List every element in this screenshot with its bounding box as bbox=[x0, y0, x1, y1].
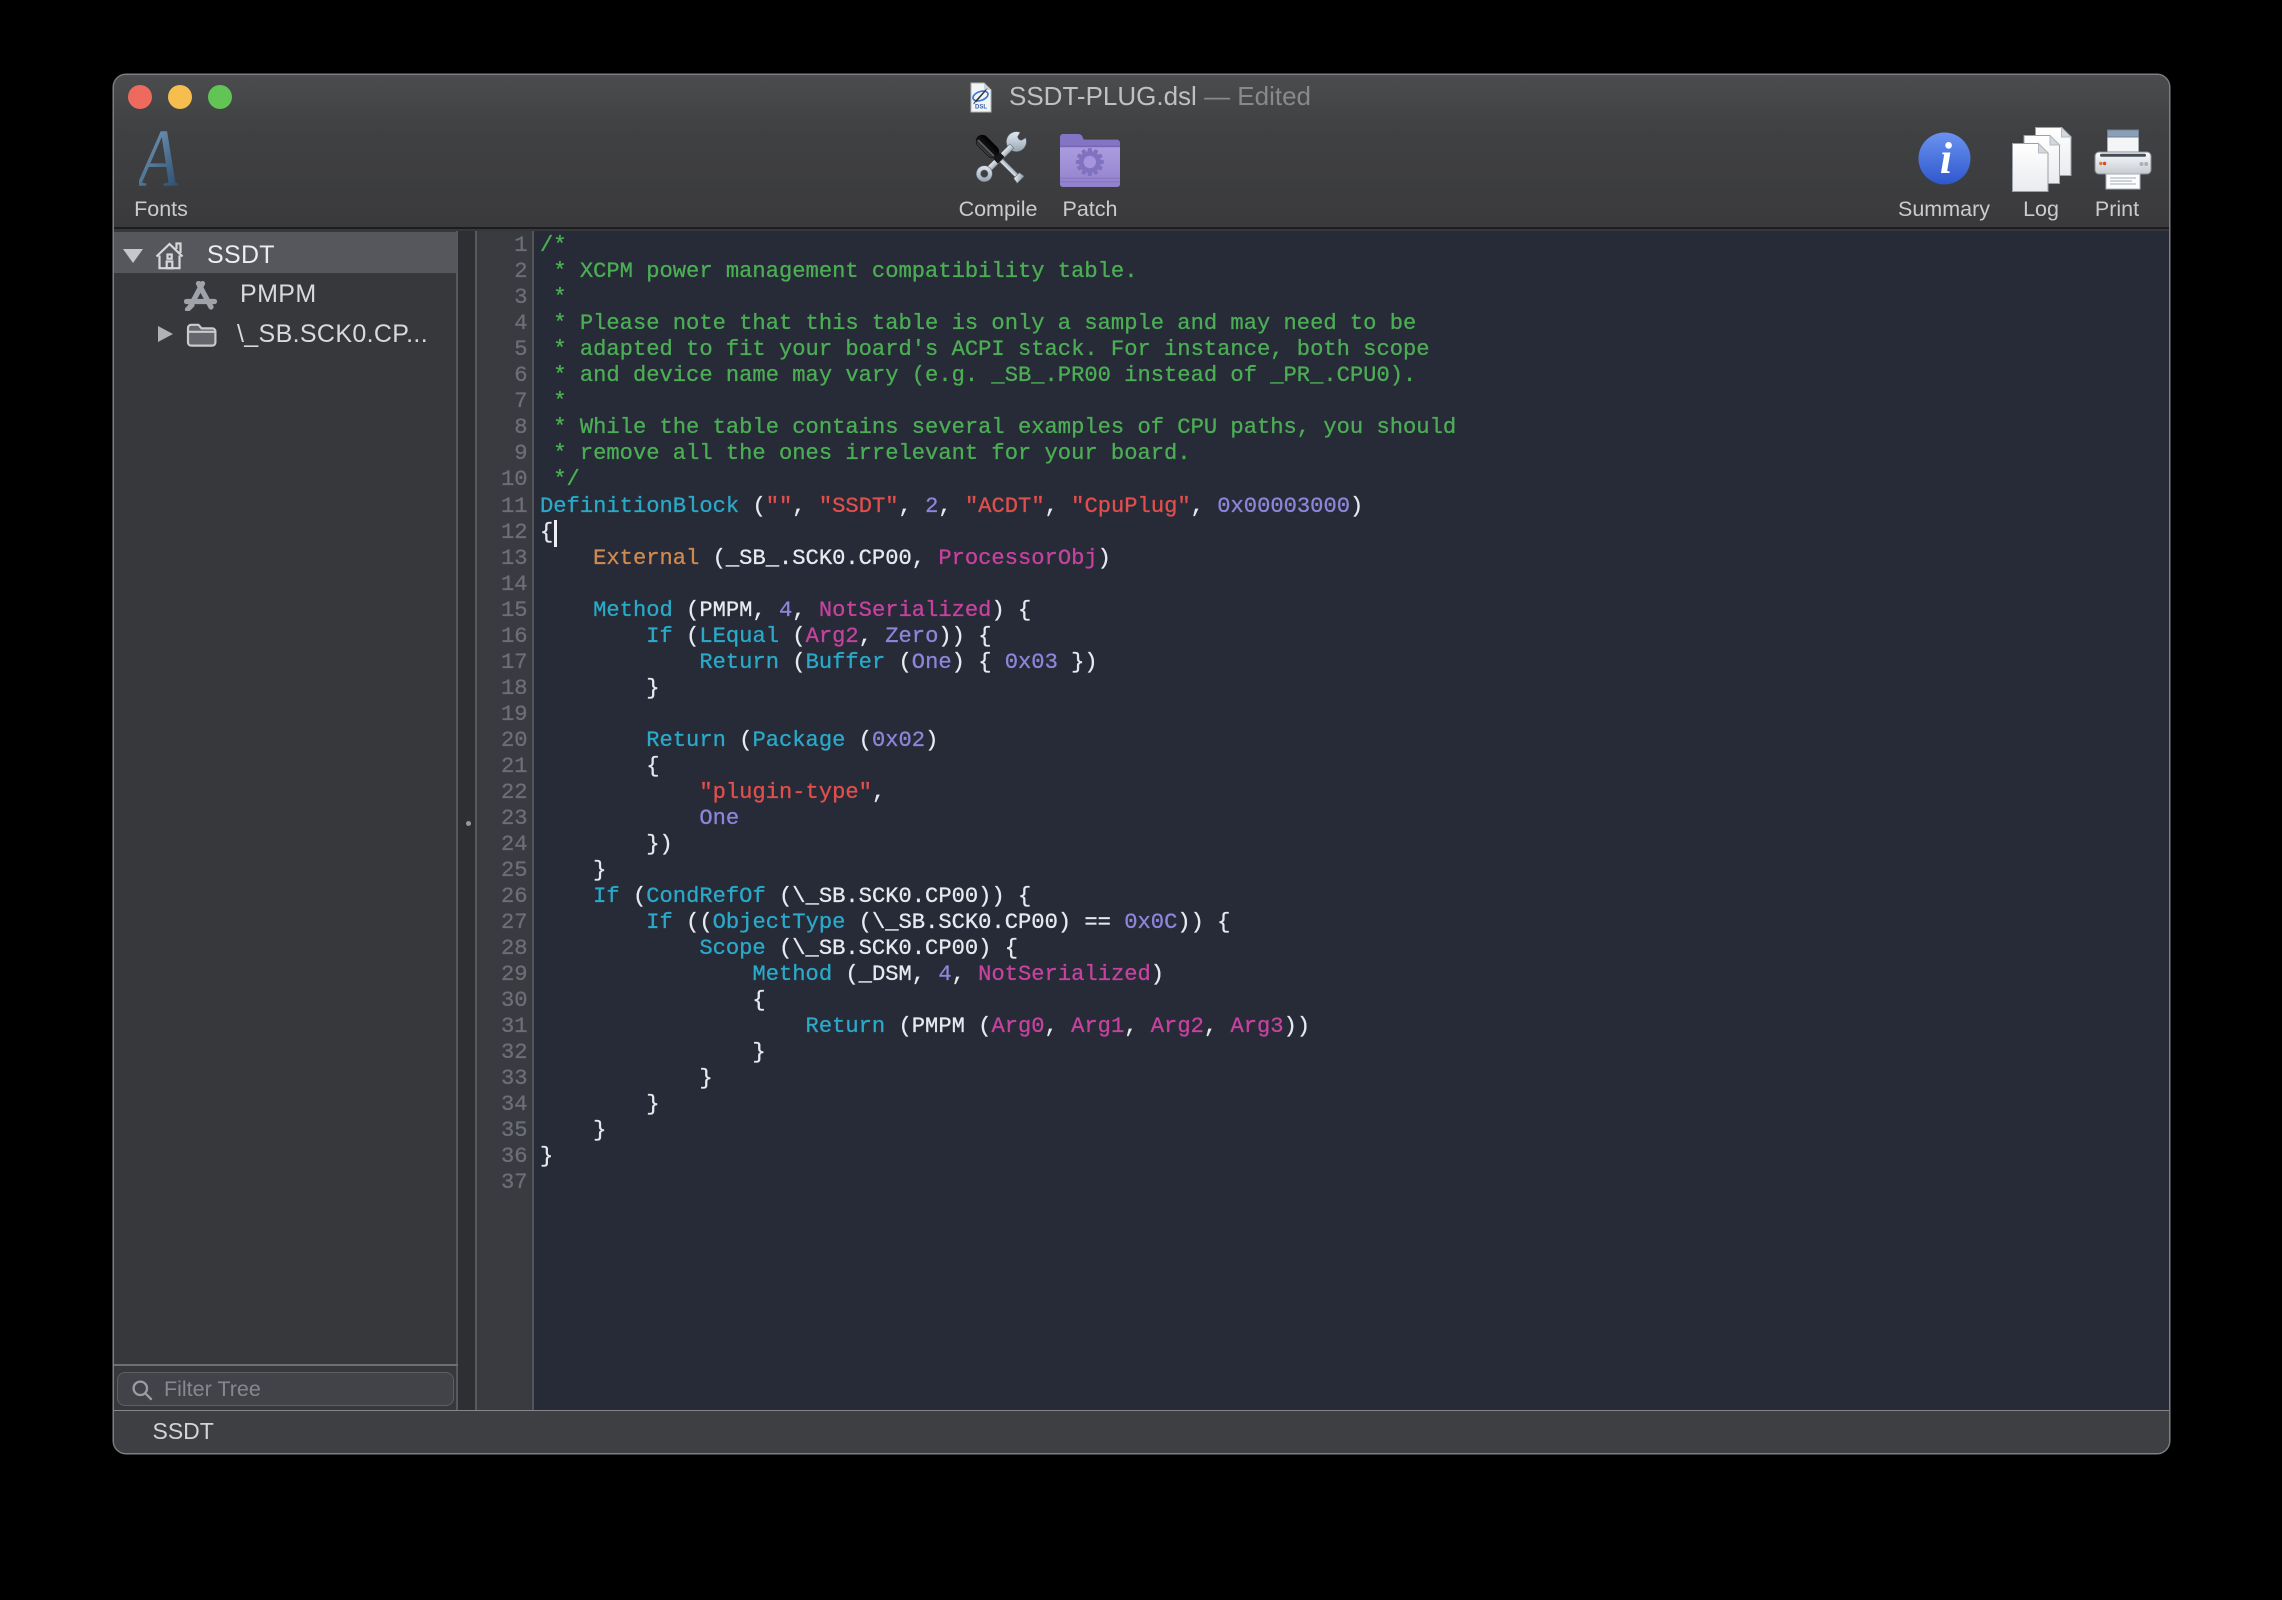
svg-text:A: A bbox=[139, 129, 178, 189]
svg-text:i: i bbox=[1940, 134, 1953, 183]
svg-text:DSL: DSL bbox=[975, 105, 987, 111]
